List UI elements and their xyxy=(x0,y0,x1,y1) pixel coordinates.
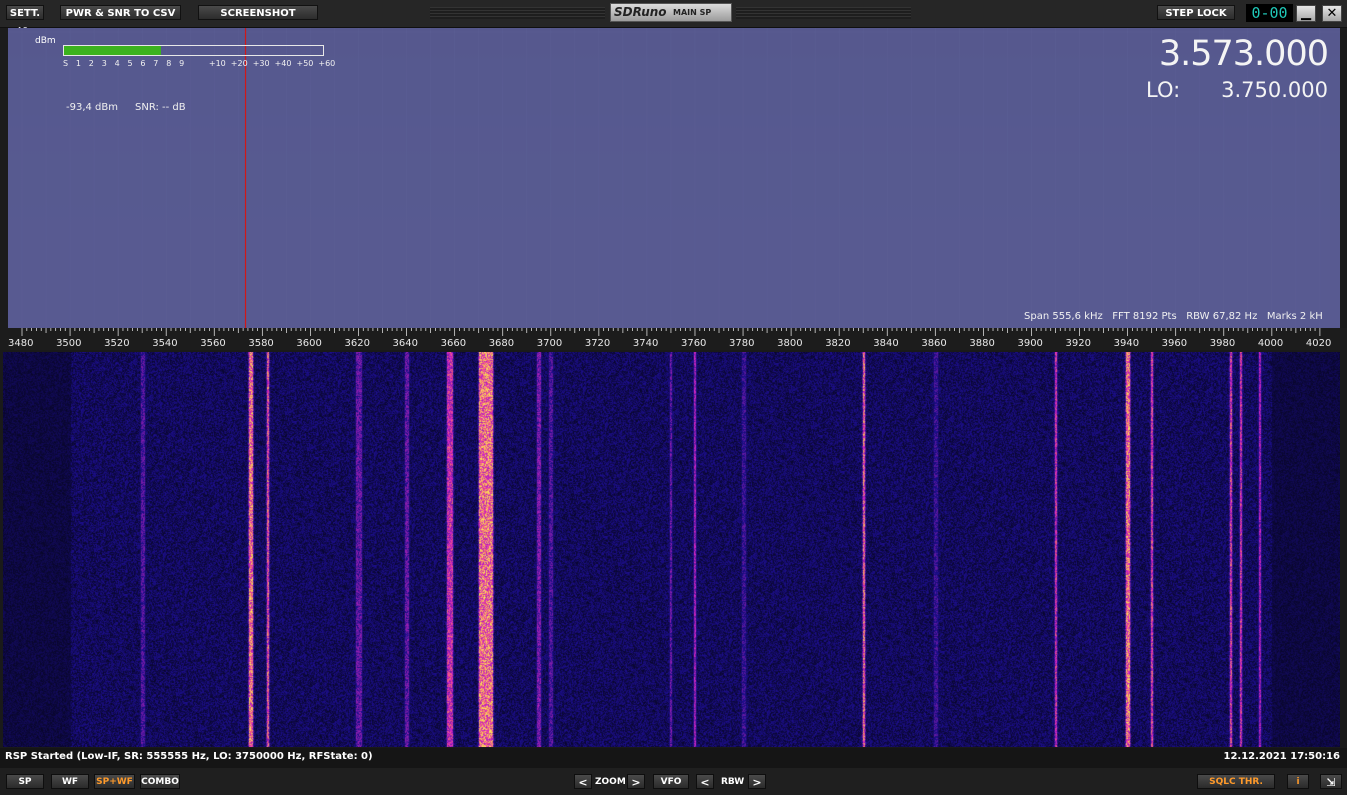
smeter-scale-label: 5 xyxy=(127,59,133,68)
ruler-ticks xyxy=(21,328,1321,336)
window-title[interactable]: SDRuno MAIN SP xyxy=(610,3,732,22)
x-axis-label: 4020 xyxy=(1305,338,1332,349)
x-axis-label: 3620 xyxy=(344,338,370,349)
smeter-scale-label: 3 xyxy=(101,59,107,68)
x-axis-label: 3740 xyxy=(632,338,659,349)
smeter-scale-label: +40 xyxy=(274,59,292,68)
x-axis-label: 3760 xyxy=(680,338,707,349)
screenshot-button[interactable]: SCREENSHOT xyxy=(198,5,318,20)
smeter-scale-label: 2 xyxy=(88,59,94,68)
smeter-scale-label: 8 xyxy=(166,59,172,68)
sqlc-threshold-button[interactable]: SQLC THR. xyxy=(1197,774,1275,789)
x-axis-label: 3920 xyxy=(1065,338,1091,349)
top-toolbar: SETT. PWR & SNR TO CSV SCREENSHOT SDRuno… xyxy=(0,0,1347,28)
x-axis-label: 3540 xyxy=(152,338,178,349)
combo-button[interactable]: COMBO xyxy=(140,774,180,789)
status-bar: RSP Started (Low-IF, SR: 555555 Hz, LO: … xyxy=(0,748,1347,768)
rbw-decrease-button[interactable]: < xyxy=(696,774,714,789)
x-axis-label: 4000 xyxy=(1257,338,1284,349)
smeter-scale-label: 6 xyxy=(140,59,146,68)
smeter-scale-label: +30 xyxy=(252,59,270,68)
waterfall-canvas[interactable] xyxy=(3,352,1340,747)
pwr-snr-to-csv-button[interactable]: PWR & SNR TO CSV xyxy=(60,5,181,20)
x-axis-label: 3700 xyxy=(536,338,563,349)
smeter-bar xyxy=(63,45,324,56)
x-axis-label: 3820 xyxy=(825,338,851,349)
x-axis-label: 3980 xyxy=(1209,338,1236,349)
x-axis-label: 3720 xyxy=(584,338,611,349)
marks-info: Marks 2 kH xyxy=(1266,311,1323,322)
minimize-button[interactable]: ▁ xyxy=(1296,5,1316,22)
x-axis-label: 3480 xyxy=(8,338,34,349)
window-title-label: MAIN SP xyxy=(673,8,712,17)
smeter-scale-label: +50 xyxy=(296,59,314,68)
status-datetime: 12.12.2021 17:50:16 xyxy=(1223,751,1341,762)
fft-info: FFT 8192 Pts xyxy=(1112,311,1177,322)
x-axis-label: 3960 xyxy=(1161,338,1188,349)
spectrum-panel[interactable]: dBm S 1 2 3 4 5 6 7 8 9 +10 +20 +30 +40 +50 +60 -93,4 d… xyxy=(8,28,1340,328)
smeter-scale-label: +10 xyxy=(208,59,226,68)
zoom-out-button[interactable]: < xyxy=(574,774,592,789)
y-axis-strip xyxy=(0,28,8,328)
lo-frequency-display[interactable]: 3.750.000 xyxy=(1198,78,1328,102)
smeter-scale-label: +20 xyxy=(230,59,248,68)
x-axis-label: 3600 xyxy=(296,338,322,349)
x-axis-label: 3780 xyxy=(729,338,755,349)
wf-button[interactable]: WF xyxy=(51,774,89,789)
x-axis-label: 3880 xyxy=(969,338,995,349)
app-brand: SDRuno xyxy=(614,5,667,19)
vfo-button[interactable]: VFO xyxy=(653,774,689,789)
x-axis-label: 3560 xyxy=(200,338,226,349)
rbw-increase-button[interactable]: > xyxy=(748,774,766,789)
smeter-unit: dBm xyxy=(35,36,56,46)
rbw-label: RBW xyxy=(721,777,745,787)
smeter-scale-label: 9 xyxy=(179,59,185,68)
x-axis-label: 3500 xyxy=(56,338,82,349)
smeter-scale-label: +60 xyxy=(318,59,336,68)
sp-wf-button[interactable]: SP+WF xyxy=(94,774,135,789)
rbw-info: RBW 67,82 Hz xyxy=(1186,311,1258,322)
x-axis-label: 3840 xyxy=(873,338,899,349)
span-info: Span 555,6 kHz xyxy=(1024,311,1103,322)
smeter-fill xyxy=(64,46,162,55)
x-axis-label: 3660 xyxy=(440,338,467,349)
vfo-frequency-display[interactable]: 3.573.000 xyxy=(1138,34,1329,74)
smeter-scale-label: 1 xyxy=(75,59,81,68)
bottom-toolbar: SP WF SP+WF COMBO < ZOOM > VFO < RBW > S… xyxy=(0,768,1347,795)
power-readout: -93,4 dBm xyxy=(66,102,119,113)
x-axis-label: 3940 xyxy=(1113,338,1140,349)
snr-readout: SNR: -- dB xyxy=(135,102,186,113)
resize-icon[interactable]: ⇲ xyxy=(1320,774,1342,789)
lo-label: LO: xyxy=(1146,78,1181,102)
x-axis-label: 3680 xyxy=(488,338,515,349)
smeter-scale: S 1 2 3 4 5 6 7 8 9 +10 +20 +30 +40 +50 +60 xyxy=(63,59,335,71)
x-axis-label: 3800 xyxy=(777,338,803,349)
zoom-in-button[interactable]: > xyxy=(627,774,645,789)
close-button[interactable]: ✕ xyxy=(1322,5,1342,22)
smeter-scale-label: S xyxy=(63,59,69,68)
title-bar-grip-left[interactable] xyxy=(430,7,605,19)
sp-button[interactable]: SP xyxy=(6,774,44,789)
step-lock-button[interactable]: STEP LOCK xyxy=(1157,5,1235,20)
x-axis-label: 3860 xyxy=(921,338,947,349)
smeter-scale-label: 4 xyxy=(114,59,120,68)
status-message: RSP Started (Low-IF, SR: 555555 Hz, LO: … xyxy=(5,751,373,762)
info-button[interactable]: i xyxy=(1287,774,1309,789)
counter-display: 0-00 xyxy=(1246,4,1293,22)
frequency-ruler[interactable]: 3480 3500 3520 3540 3560 3580 3600 3620 3640 3660… xyxy=(0,328,1347,350)
x-axis-label: 3520 xyxy=(104,338,130,349)
zoom-label: ZOOM xyxy=(595,777,626,787)
settings-button[interactable]: SETT. xyxy=(6,5,44,20)
x-axis-label: 3900 xyxy=(1017,338,1043,349)
x-axis-label: 3640 xyxy=(392,338,418,349)
smeter-scale-label: 7 xyxy=(153,59,159,68)
spectrum-info: Span 555,6 kHz FFT 8192 Pts RBW 67,82 Hz… xyxy=(1024,311,1323,322)
waterfall-panel[interactable] xyxy=(3,352,1340,747)
title-bar-grip-right[interactable] xyxy=(736,7,911,19)
x-axis-label: 3580 xyxy=(248,338,274,349)
